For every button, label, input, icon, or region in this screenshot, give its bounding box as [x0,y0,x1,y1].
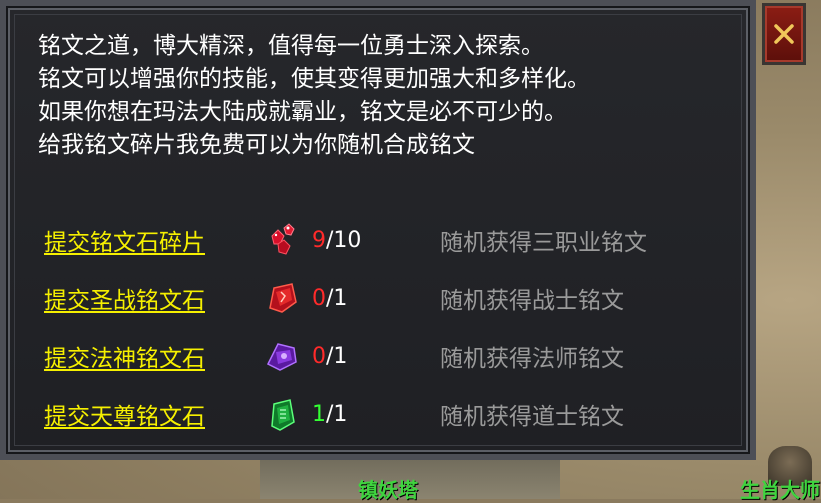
submit-row-taoist: 提交天尊铭文石 1/1 随机获得道士铭文 [44,394,624,434]
submit-taoist-stone-link[interactable]: 提交天尊铭文石 [44,397,262,431]
progress-count: 1/1 [312,402,432,427]
submit-shards-link[interactable]: 提交铭文石碎片 [44,223,262,257]
progress-count: 0/1 [312,344,432,369]
need-count: 1 [333,343,348,369]
red-rune-stone-icon [262,278,302,318]
reward-text: 随机获得法师铭文 [440,346,624,372]
purple-rune-stone-icon [262,336,302,376]
reward-text: 随机获得战士铭文 [440,288,624,314]
inscription-dialog: 铭文之道，博大精深，值得每一位勇士深入探索。 铭文可以增强你的技能，使其变得更加… [0,0,756,460]
progress-count: 9/10 [312,228,432,253]
have-count: 9 [312,227,326,253]
close-x-icon [773,23,795,45]
submit-row-warrior: 提交圣战铭文石 0/1 随机获得战士铭文 [44,278,624,318]
intro-line: 铭文之道，博大精深，值得每一位勇士深入探索。 [38,33,544,59]
intro-text: 铭文之道，博大精深，值得每一位勇士深入探索。 铭文可以增强你的技能，使其变得更加… [38,30,590,162]
submit-warrior-stone-link[interactable]: 提交圣战铭文石 [44,281,262,315]
submit-mage-stone-link[interactable]: 提交法神铭文石 [44,339,262,373]
red-shards-icon [262,220,302,260]
close-button[interactable] [762,3,806,65]
intro-line: 铭文可以增强你的技能，使其变得更加强大和多样化。 [38,66,590,92]
need-count: 1 [333,285,348,311]
submit-row-shards: 提交铭文石碎片 9/10 随机获得三职业铭文 [44,220,647,260]
have-count: 0 [312,343,326,369]
have-count: 1 [312,401,326,427]
intro-line: 给我铭文碎片我免费可以为你随机合成铭文 [38,132,475,158]
submit-row-mage: 提交法神铭文石 0/1 随机获得法师铭文 [44,336,624,376]
reward-text: 随机获得三职业铭文 [440,230,647,256]
need-count: 10 [333,227,362,253]
need-count: 1 [333,401,348,427]
have-count: 0 [312,285,326,311]
intro-line: 如果你想在玛法大陆成就霸业，铭文是必不可少的。 [38,99,567,125]
reward-text: 随机获得道士铭文 [440,404,624,430]
green-rune-stone-icon [262,394,302,434]
progress-count: 0/1 [312,286,432,311]
